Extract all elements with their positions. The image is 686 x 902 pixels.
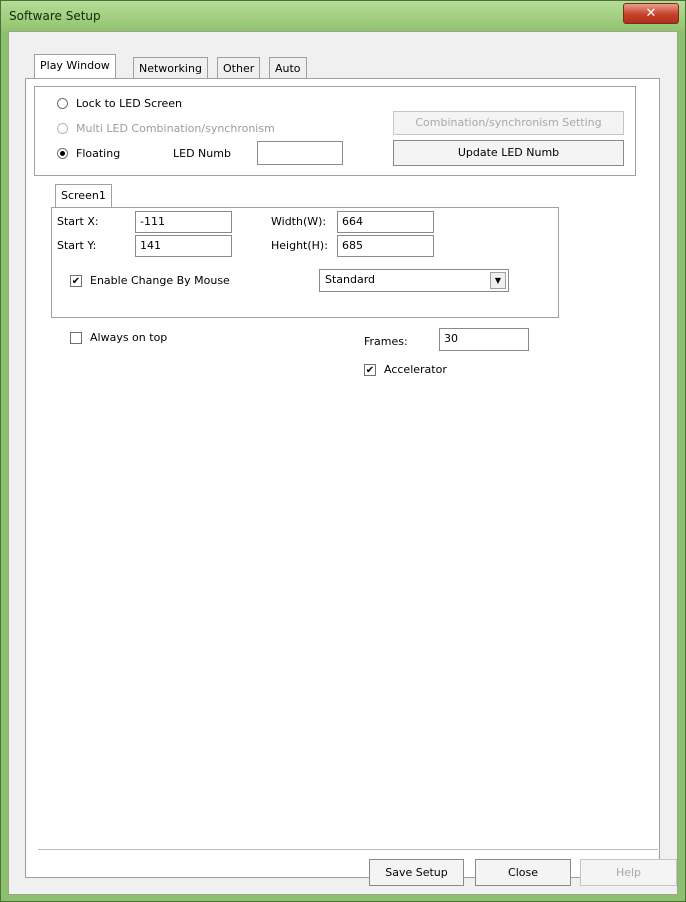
start-y-input[interactable]: 141: [135, 235, 232, 257]
start-x-label: Start X:: [57, 215, 99, 228]
accelerator-checkbox[interactable]: ✔ Accelerator: [364, 363, 447, 376]
tab-networking[interactable]: Networking: [133, 57, 208, 79]
radio-dot: [57, 123, 68, 134]
play-window-panel: [25, 78, 660, 878]
window-close-button[interactable]: ✕: [623, 3, 679, 24]
frames-input[interactable]: 30: [439, 328, 529, 351]
tab-other[interactable]: Other: [217, 57, 261, 79]
software-setup-window: Software Setup ✕ Play Window Networking …: [0, 0, 686, 902]
start-x-input[interactable]: -111: [135, 211, 232, 233]
button-label: Help: [615, 866, 642, 879]
enable-change-by-mouse-checkbox[interactable]: ✔ Enable Change By Mouse: [70, 274, 230, 287]
radio-label: Floating: [76, 147, 121, 160]
width-input[interactable]: 664: [337, 211, 434, 233]
start-y-label: Start Y:: [57, 239, 97, 252]
width-label: Width(W):: [271, 215, 327, 228]
tab-auto[interactable]: Auto: [269, 57, 307, 79]
chevron-down-icon[interactable]: ▼: [490, 272, 506, 289]
checkbox-label: Accelerator: [384, 363, 447, 376]
button-label: Save Setup: [385, 866, 448, 879]
radio-multi-led[interactable]: Multi LED Combination/synchronism: [57, 122, 275, 135]
height-input[interactable]: 685: [337, 235, 434, 257]
tab-label: Screen1: [61, 189, 106, 202]
checkbox-box: ✔: [364, 363, 376, 376]
close-icon: ✕: [645, 6, 657, 21]
title-bar[interactable]: Software Setup ✕: [1, 1, 685, 31]
button-label: Close: [508, 866, 538, 879]
combination-setting-button[interactable]: Combination/synchronism Setting: [393, 111, 624, 135]
select-value: Standard: [325, 273, 376, 286]
display-mode-select[interactable]: Standard ▼: [319, 269, 509, 292]
radio-dot: [57, 98, 68, 109]
tab-label: Auto: [275, 62, 301, 75]
checkbox-box: ✔: [70, 274, 82, 287]
radio-lock-to-led-screen[interactable]: Lock to LED Screen: [57, 97, 182, 110]
help-button[interactable]: Help: [580, 859, 677, 886]
button-label: Update LED Numb: [457, 146, 560, 159]
radio-label: Lock to LED Screen: [76, 97, 182, 110]
tab-label: Other: [223, 62, 255, 75]
height-label: Height(H):: [271, 239, 328, 252]
update-led-numb-button[interactable]: Update LED Numb: [393, 140, 624, 166]
tab-label: Play Window: [40, 59, 110, 72]
checkbox-box: [70, 331, 82, 344]
led-numb-input[interactable]: [257, 141, 343, 165]
led-numb-label: LED Numb: [173, 147, 231, 160]
checkbox-label: Enable Change By Mouse: [90, 274, 230, 287]
save-setup-button[interactable]: Save Setup: [369, 859, 464, 886]
tab-label: Networking: [139, 62, 202, 75]
button-label: Combination/synchronism Setting: [415, 116, 602, 129]
close-button[interactable]: Close: [475, 859, 571, 886]
window-title: Software Setup: [9, 9, 101, 23]
radio-dot: [57, 148, 68, 159]
radio-label: Multi LED Combination/synchronism: [76, 122, 275, 135]
bottom-separator: [38, 849, 658, 850]
tab-screen1[interactable]: Screen1: [55, 184, 112, 208]
checkbox-label: Always on top: [90, 331, 168, 344]
always-on-top-checkbox[interactable]: Always on top: [70, 331, 167, 344]
frames-label: Frames:: [364, 335, 408, 348]
radio-floating[interactable]: Floating: [57, 147, 120, 160]
tab-play-window[interactable]: Play Window: [34, 54, 116, 79]
